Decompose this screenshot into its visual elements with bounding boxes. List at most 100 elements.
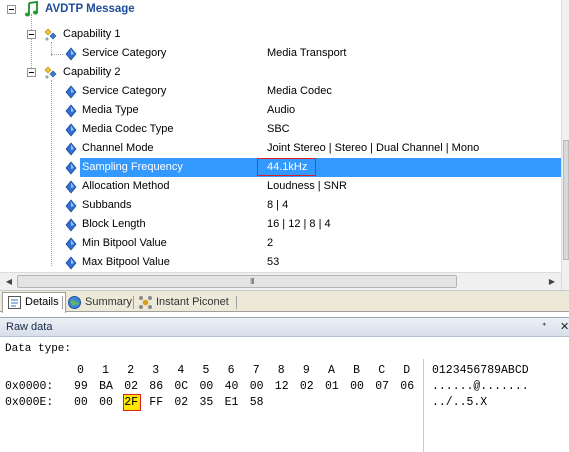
raw-data-panel-header: Raw data ᐩ ✕: [0, 317, 569, 337]
tab-label: Instant Piconet: [156, 296, 229, 308]
hex-column-header: 5: [202, 364, 210, 377]
hex-column-header: 7: [252, 364, 260, 377]
ascii-row: ......@.......: [432, 380, 529, 393]
hex-byte[interactable]: 35: [200, 396, 214, 409]
capability-icon: [44, 28, 57, 41]
collapse-toggle[interactable]: [27, 68, 36, 77]
hex-byte[interactable]: 06: [400, 380, 414, 393]
hex-byte[interactable]: E1: [225, 396, 239, 409]
tree-row-label: Service Category: [82, 47, 167, 59]
blue-diamond-icon: [65, 85, 77, 99]
tree-row-label: Block Length: [82, 218, 146, 230]
tree-row-label: Min Bitpool Value: [82, 237, 167, 249]
hex-column-header: D: [403, 364, 411, 377]
hex-byte[interactable]: 07: [375, 380, 389, 393]
tree-row-value: SBC: [267, 123, 290, 135]
globe-icon: [68, 296, 81, 309]
hex-byte[interactable]: 02: [300, 380, 314, 393]
tab-instant-piconet[interactable]: Instant Piconet: [134, 293, 235, 312]
scroll-left-icon[interactable]: ◀: [1, 274, 17, 289]
tab-summary[interactable]: Summary: [63, 293, 138, 312]
data-type-label: Data type:: [5, 343, 72, 355]
hex-byte[interactable]: FF: [149, 396, 163, 409]
tree-row-label: Max Bitpool Value: [82, 256, 170, 268]
tab-divider: [236, 296, 237, 309]
scroll-right-icon[interactable]: ▶: [544, 274, 560, 289]
message-tree[interactable]: AVDTP Message Capability 1 Service Categ…: [0, 0, 561, 272]
hex-byte[interactable]: 58: [250, 396, 264, 409]
blue-diamond-icon: [65, 256, 77, 270]
tree-row-min-bitpool[interactable]: Min Bitpool Value 2: [0, 234, 561, 253]
tree-row-service-category[interactable]: Service Category Media Codec: [0, 82, 561, 101]
tree-row-label: Service Category: [82, 85, 167, 97]
hex-byte[interactable]: 2F: [124, 396, 138, 409]
tree-row-block-length[interactable]: Block Length 16 | 12 | 8 | 4: [0, 215, 561, 234]
tree-row-capability-1[interactable]: Capability 1: [0, 25, 561, 44]
tree-row-value: Media Codec: [267, 85, 332, 97]
tree-root-row[interactable]: AVDTP Message: [0, 0, 561, 19]
hex-byte[interactable]: 40: [225, 380, 239, 393]
capability-icon: [44, 66, 57, 79]
hex-byte[interactable]: 00: [200, 380, 214, 393]
row-offset: 0x0000:: [5, 380, 54, 393]
hex-view[interactable]: [66, 359, 418, 452]
pin-icon[interactable]: ᐩ: [542, 320, 546, 333]
hex-byte[interactable]: 02: [124, 380, 138, 393]
tree-row-label: Capability 1: [63, 28, 121, 40]
hex-column-header: B: [353, 364, 360, 377]
hex-byte[interactable]: 12: [275, 380, 289, 393]
hex-column-header: 4: [177, 364, 185, 377]
tree-row-service-category[interactable]: Service Category Media Transport: [0, 44, 561, 63]
hex-byte[interactable]: 0C: [174, 380, 188, 393]
scrollbar-thumb[interactable]: III: [17, 275, 457, 288]
tab-details[interactable]: Details: [2, 292, 66, 313]
tree-row-value: 2: [267, 237, 274, 249]
tree-row-label: Sampling Frequency: [82, 161, 183, 173]
hex-byte[interactable]: 00: [74, 396, 88, 409]
tree-row-media-codec-type[interactable]: Media Codec Type SBC: [0, 120, 561, 139]
ascii-column-header: 0123456789ABCD: [432, 364, 529, 377]
raw-data-panel: Data type: 0123456789ABCD 0x0000: ......…: [0, 337, 569, 452]
tab-label: Summary: [85, 296, 133, 308]
collapse-toggle[interactable]: [27, 30, 36, 39]
tree-row-value: Audio: [267, 104, 296, 116]
tree-row-value: 8 | 4: [267, 199, 289, 211]
hex-column-header: 0: [77, 364, 84, 377]
blue-diamond-icon: [65, 237, 77, 251]
collapse-toggle[interactable]: [7, 5, 16, 14]
hex-byte[interactable]: BA: [99, 380, 113, 393]
tree-row-sampling-frequency[interactable]: Sampling Frequency 44.1kHz: [0, 158, 561, 177]
tree-row-channel-mode[interactable]: Channel Mode Joint Stereo | Stereo | Dua…: [0, 139, 561, 158]
hex-byte[interactable]: 86: [149, 380, 163, 393]
piconet-icon: [139, 296, 152, 309]
hex-column-header: 9: [302, 364, 310, 377]
tree-row-label: Media Type: [82, 104, 139, 116]
tree-row-allocation-method[interactable]: Allocation Method Loudness | SNR: [0, 177, 561, 196]
hex-column-header: A: [328, 364, 335, 377]
tree-row-value: Media Transport: [267, 47, 347, 59]
tree-row-capability-2[interactable]: Capability 2: [0, 63, 561, 82]
blue-diamond-icon: [65, 104, 77, 118]
detail-tabs: Details Summary Instant Piconet: [0, 290, 569, 313]
tree-row-label: Subbands: [82, 199, 132, 211]
hex-byte[interactable]: 02: [174, 396, 188, 409]
tree-row-value: 16 | 12 | 8 | 4: [267, 218, 331, 230]
blue-diamond-icon: [65, 180, 77, 194]
close-icon[interactable]: ✕: [560, 320, 569, 333]
scrollbar-grip: III: [250, 277, 255, 286]
tree-horizontal-scrollbar[interactable]: ◀ III ▶: [0, 272, 561, 290]
tree-row-label: Capability 2: [63, 66, 121, 78]
hex-column-header: 1: [102, 364, 109, 377]
tree-row-subbands[interactable]: Subbands 8 | 4: [0, 196, 561, 215]
hex-byte[interactable]: 00: [350, 380, 364, 393]
tree-row-value: Loudness | SNR: [267, 180, 347, 192]
hex-byte[interactable]: 00: [250, 380, 264, 393]
tree-row-media-type[interactable]: Media Type Audio: [0, 101, 561, 120]
hex-byte[interactable]: 99: [74, 380, 88, 393]
scrollbar-thumb[interactable]: [563, 140, 569, 260]
tree-row-max-bitpool[interactable]: Max Bitpool Value 53: [0, 253, 561, 272]
hex-byte[interactable]: 01: [325, 380, 339, 393]
tree-vertical-scrollbar[interactable]: [561, 0, 569, 290]
hex-byte[interactable]: 00: [99, 396, 113, 409]
music-note-icon: [24, 1, 39, 17]
